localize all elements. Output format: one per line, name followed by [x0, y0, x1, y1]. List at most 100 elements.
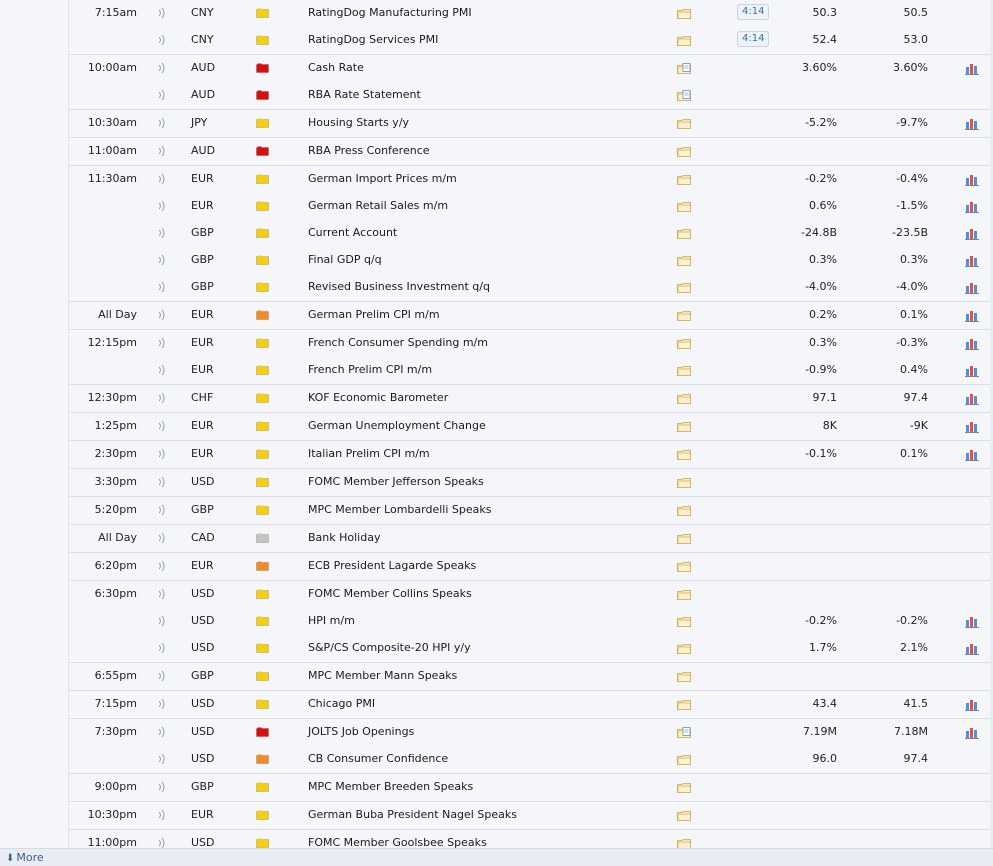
- speaker-wave-icon[interactable]: [157, 34, 167, 46]
- impact-medium-icon[interactable]: [256, 561, 269, 571]
- event-title[interactable]: Current Account: [308, 226, 397, 240]
- event-title[interactable]: HPI m/m: [308, 614, 355, 628]
- speaker-wave-icon[interactable]: [157, 145, 167, 157]
- folder-icon[interactable]: [677, 365, 691, 376]
- speaker-wave-icon[interactable]: [157, 227, 167, 239]
- speaker-wave-icon[interactable]: [157, 588, 167, 600]
- event-title[interactable]: German Retail Sales m/m: [308, 199, 448, 213]
- folder-icon[interactable]: [677, 589, 691, 600]
- speaker-wave-icon[interactable]: [157, 809, 167, 821]
- event-title[interactable]: German Buba President Nagel Speaks: [308, 808, 517, 822]
- event-title[interactable]: Chicago PMI: [308, 697, 375, 711]
- folder-icon[interactable]: [677, 201, 691, 212]
- event-title[interactable]: Housing Starts y/y: [308, 116, 409, 130]
- speaker-wave-icon[interactable]: [157, 532, 167, 544]
- folder-icon[interactable]: [677, 118, 691, 129]
- impact-low-icon[interactable]: [256, 616, 269, 626]
- folder-icon[interactable]: [677, 533, 691, 544]
- speaker-wave-icon[interactable]: [157, 392, 167, 404]
- event-title[interactable]: KOF Economic Barometer: [308, 391, 448, 405]
- bar-chart-icon[interactable]: [965, 62, 980, 75]
- event-title[interactable]: Revised Business Investment q/q: [308, 280, 490, 294]
- impact-low-icon[interactable]: [256, 201, 269, 211]
- document-folder-icon[interactable]: [677, 90, 691, 101]
- speaker-wave-icon[interactable]: [157, 337, 167, 349]
- impact-low-icon[interactable]: [256, 477, 269, 487]
- folder-icon[interactable]: [677, 643, 691, 654]
- folder-icon[interactable]: [677, 338, 691, 349]
- folder-icon[interactable]: [677, 255, 691, 266]
- event-title[interactable]: MPC Member Breeden Speaks: [308, 780, 473, 794]
- bar-chart-icon[interactable]: [965, 173, 980, 186]
- document-folder-icon[interactable]: [677, 727, 691, 738]
- speaker-wave-icon[interactable]: [157, 309, 167, 321]
- folder-icon[interactable]: [677, 477, 691, 488]
- event-title[interactable]: FOMC Member Collins Speaks: [308, 587, 472, 601]
- impact-high-icon[interactable]: [256, 63, 269, 73]
- event-title[interactable]: RatingDog Services PMI: [308, 33, 438, 47]
- folder-icon[interactable]: [677, 810, 691, 821]
- event-title[interactable]: Bank Holiday: [308, 531, 380, 545]
- bar-chart-icon[interactable]: [965, 227, 980, 240]
- folder-icon[interactable]: [677, 505, 691, 516]
- impact-high-icon[interactable]: [256, 146, 269, 156]
- event-title[interactable]: MPC Member Mann Speaks: [308, 669, 457, 683]
- event-title[interactable]: RatingDog Manufacturing PMI: [308, 6, 472, 20]
- event-title[interactable]: Italian Prelim CPI m/m: [308, 447, 430, 461]
- folder-icon[interactable]: [677, 228, 691, 239]
- bar-chart-icon[interactable]: [965, 337, 980, 350]
- folder-icon[interactable]: [677, 393, 691, 404]
- folder-icon[interactable]: [677, 421, 691, 432]
- speaker-wave-icon[interactable]: [157, 254, 167, 266]
- event-title[interactable]: JOLTS Job Openings: [308, 725, 414, 739]
- folder-icon[interactable]: [677, 754, 691, 765]
- bar-chart-icon[interactable]: [965, 254, 980, 267]
- bar-chart-icon[interactable]: [965, 420, 980, 433]
- impact-low-icon[interactable]: [256, 365, 269, 375]
- bar-chart-icon[interactable]: [965, 448, 980, 461]
- speaker-wave-icon[interactable]: [157, 698, 167, 710]
- speaker-wave-icon[interactable]: [157, 670, 167, 682]
- speaker-wave-icon[interactable]: [157, 476, 167, 488]
- speaker-wave-icon[interactable]: [157, 62, 167, 74]
- folder-icon[interactable]: [677, 671, 691, 682]
- impact-low-icon[interactable]: [256, 228, 269, 238]
- impact-low-icon[interactable]: [256, 118, 269, 128]
- speaker-wave-icon[interactable]: [157, 560, 167, 572]
- event-title[interactable]: MPC Member Lombardelli Speaks: [308, 503, 491, 517]
- bar-chart-icon[interactable]: [965, 281, 980, 294]
- speaker-wave-icon[interactable]: [157, 726, 167, 738]
- folder-icon[interactable]: [677, 8, 691, 19]
- event-title[interactable]: Final GDP q/q: [308, 253, 382, 267]
- speaker-wave-icon[interactable]: [157, 420, 167, 432]
- event-title[interactable]: ECB President Lagarde Speaks: [308, 559, 476, 573]
- folder-icon[interactable]: [677, 616, 691, 627]
- speaker-wave-icon[interactable]: [157, 781, 167, 793]
- folder-icon[interactable]: [677, 282, 691, 293]
- impact-low-icon[interactable]: [256, 282, 269, 292]
- event-title[interactable]: German Prelim CPI m/m: [308, 308, 440, 322]
- speaker-wave-icon[interactable]: [157, 504, 167, 516]
- event-title[interactable]: Cash Rate: [308, 61, 364, 75]
- bar-chart-icon[interactable]: [965, 392, 980, 405]
- speaker-wave-icon[interactable]: [157, 117, 167, 129]
- folder-icon[interactable]: [677, 174, 691, 185]
- more-link[interactable]: ⬇ More: [6, 851, 44, 864]
- event-title[interactable]: French Consumer Spending m/m: [308, 336, 488, 350]
- event-title[interactable]: German Import Prices m/m: [308, 172, 457, 186]
- impact-high-icon[interactable]: [256, 727, 269, 737]
- impact-low-icon[interactable]: [256, 671, 269, 681]
- speaker-wave-icon[interactable]: [157, 200, 167, 212]
- speaker-wave-icon[interactable]: [157, 364, 167, 376]
- speaker-wave-icon[interactable]: [157, 173, 167, 185]
- impact-medium-icon[interactable]: [256, 310, 269, 320]
- folder-icon[interactable]: [677, 782, 691, 793]
- impact-low-icon[interactable]: [256, 174, 269, 184]
- bar-chart-icon[interactable]: [965, 364, 980, 377]
- speaker-wave-icon[interactable]: [157, 753, 167, 765]
- impact-low-icon[interactable]: [256, 589, 269, 599]
- folder-icon[interactable]: [677, 449, 691, 460]
- bar-chart-icon[interactable]: [965, 726, 980, 739]
- impact-low-icon[interactable]: [256, 838, 269, 848]
- document-folder-icon[interactable]: [677, 63, 691, 74]
